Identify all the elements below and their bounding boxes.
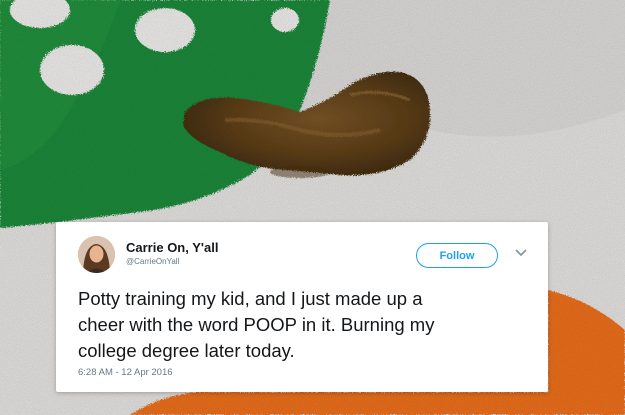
follow-button[interactable]: Follow [416, 243, 498, 268]
tweet-text: Potty training my kid, and I just made u… [78, 286, 538, 364]
avatar[interactable] [78, 236, 115, 273]
author-name[interactable]: Carrie On, Y'all [126, 240, 218, 255]
tweet-text-line: Potty training my kid, and I just made u… [78, 288, 423, 309]
tweet-timestamp[interactable]: 6:28 AM - 12 Apr 2016 [78, 367, 173, 378]
chevron-down-icon[interactable] [514, 248, 528, 258]
author-handle[interactable]: @CarrieOnYall [126, 257, 179, 266]
tweet-card: Carrie On, Y'all @CarrieOnYall Follow Po… [56, 222, 548, 392]
tweet-text-line: cheer with the word POOP in it. Burning … [78, 314, 435, 335]
tweet-text-line: college degree later today. [78, 340, 295, 361]
